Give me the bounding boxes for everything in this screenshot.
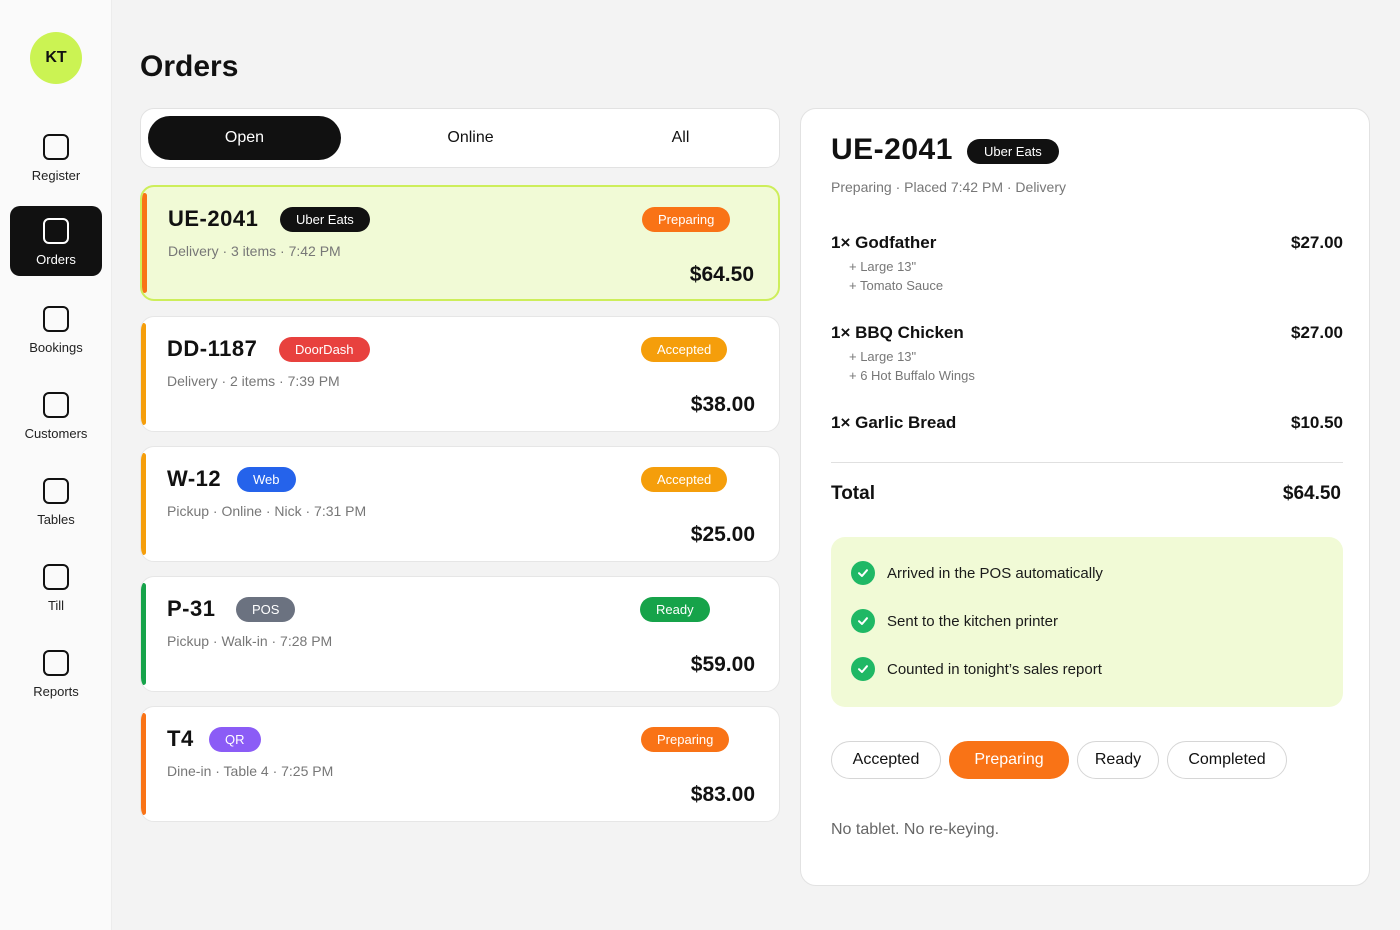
sidebar-item-till[interactable]: Till [10,552,102,622]
status-button-preparing[interactable]: Preparing [949,741,1069,779]
order-id: W-12 [167,466,222,491]
line-item-price: $27.00 [1291,233,1343,252]
line-item-modifier: + 6 Hot Buffalo Wings [849,368,975,383]
order-detail-panel: UE-2041 Uber Eats Preparing · Placed 7:4… [800,108,1370,886]
orders-icon [43,218,69,244]
check-circle-icon [851,561,875,585]
footnote: No tablet. No re-keying. [831,821,1000,838]
source-badge: Uber Eats [967,139,1059,164]
line-item-price: $10.50 [1291,413,1343,432]
sidebar-item-register[interactable]: Register [10,122,102,192]
line-item-price: $27.00 [1291,323,1343,342]
order-total: $59.00 [690,653,755,676]
status-button-completed[interactable]: Completed [1167,741,1287,779]
detail-order-id: UE-2041 [831,133,953,166]
order-card[interactable]: DD-1187 DoorDash Accepted Delivery · 2 i… [140,316,780,432]
sidebar-item-tables[interactable]: Tables [10,466,102,536]
order-meta: Delivery · 3 items · 7:42 PM [168,243,341,259]
status-badge: Ready [640,597,710,622]
tab-all[interactable]: All [584,116,777,160]
line-item-name: 1× Godfather [831,233,937,252]
avatar[interactable]: KT [30,32,82,84]
sidebar-item-label: Bookings [29,340,83,355]
divider [831,462,1343,463]
line-item: 1× Godfather $27.00 + Large 13" + Tomato… [831,233,1343,293]
line-item-modifier: + Large 13" [849,259,917,274]
status-accent-bar [141,323,146,425]
order-id: T4 [167,726,194,751]
sidebar-item-label: Till [47,598,65,613]
source-badge: Web [237,467,296,492]
till-icon [43,564,69,590]
sidebar-item-customers[interactable]: Customers [10,380,102,450]
page-title: Orders [140,50,239,83]
tables-icon [43,478,69,504]
sidebar-item-label: Orders [36,252,76,267]
source-badge: POS [236,597,296,622]
order-card[interactable]: P-31 POS Ready Pickup · Walk-in · 7:28 P… [140,576,780,692]
order-meta: Dine-in · Table 4 · 7:25 PM [167,763,334,779]
check-row: Sent to the kitchen printer [851,609,1058,633]
status-button-ready[interactable]: Ready [1077,741,1159,779]
order-id: P-31 [167,596,216,621]
reports-icon [43,650,69,676]
order-meta: Delivery · 2 items · 7:39 PM [167,373,340,389]
order-meta: Pickup · Walk-in · 7:28 PM [167,633,333,649]
line-item-modifier: + Large 13" [849,349,917,364]
status-badge: Accepted [641,467,728,492]
order-meta: Pickup · Online · Nick · 7:31 PM [167,503,367,519]
order-id: DD-1187 [167,336,258,361]
line-item: 1× BBQ Chicken $27.00 + Large 13" + 6 Ho… [831,323,1343,383]
order-total: $38.00 [690,393,755,416]
status-badge: Accepted [641,337,728,362]
order-filter-tabs: Open Online All [140,108,780,168]
detail-meta: Preparing · Placed 7:42 PM · Delivery [831,179,1066,195]
order-total: $64.50 [689,263,754,286]
order-card[interactable]: T4 QR Preparing Dine-in · Table 4 · 7:25… [140,706,780,822]
automation-summary: Arrived in the POS automatically Sent to… [831,537,1343,707]
status-accent-bar [141,713,146,815]
customers-icon [43,392,69,418]
sidebar-item-label: Tables [37,512,75,527]
order-card[interactable]: UE-2041 Uber Eats Preparing Delivery · 3… [140,185,780,301]
bookings-icon [43,306,69,332]
order-card[interactable]: W-12 Web Accepted Pickup · Online · Nick… [140,446,780,562]
check-row: Counted in tonight’s sales report [851,657,1102,681]
source-badge: DoorDash [279,337,370,362]
status-badge: Preparing [642,207,731,232]
line-item-name: 1× Garlic Bread [831,413,957,432]
sidebar-item-reports[interactable]: Reports [10,638,102,708]
tab-online[interactable]: Online [374,116,567,160]
check-text: Counted in tonight’s sales report [887,660,1102,678]
sidebar-item-bookings[interactable]: Bookings [10,294,102,364]
status-accent-bar [142,193,147,293]
line-item-modifier: + Tomato Sauce [849,278,944,293]
order-total: $25.00 [690,523,755,546]
sidebar-item-orders[interactable]: Orders [10,206,102,276]
sidebar-item-label: Register [31,168,81,183]
source-badge: QR [209,727,261,752]
line-item-name: 1× BBQ Chicken [831,323,964,342]
tab-open[interactable]: Open [148,116,341,160]
total-label: Total [831,483,875,504]
check-text: Sent to the kitchen printer [887,612,1058,630]
order-total: $83.00 [690,783,755,806]
total-value: $64.50 [1282,483,1341,504]
order-id: UE-2041 [168,206,259,231]
check-row: Arrived in the POS automatically [851,561,1103,585]
source-badge: Uber Eats [280,207,370,232]
sidebar-item-label: Reports [33,684,79,699]
line-item: 1× Garlic Bread $10.50 [831,413,1343,433]
sidebar-item-label: Customers [24,426,88,441]
check-circle-icon [851,609,875,633]
status-accent-bar [141,453,146,555]
status-accent-bar [141,583,146,685]
status-badge: Preparing [641,727,730,752]
check-circle-icon [851,657,875,681]
sidebar: KT Register Orders Bookings Customers Ta… [0,0,112,930]
status-button-accepted[interactable]: Accepted [831,741,941,779]
check-text: Arrived in the POS automatically [887,564,1103,582]
register-icon [43,134,69,160]
